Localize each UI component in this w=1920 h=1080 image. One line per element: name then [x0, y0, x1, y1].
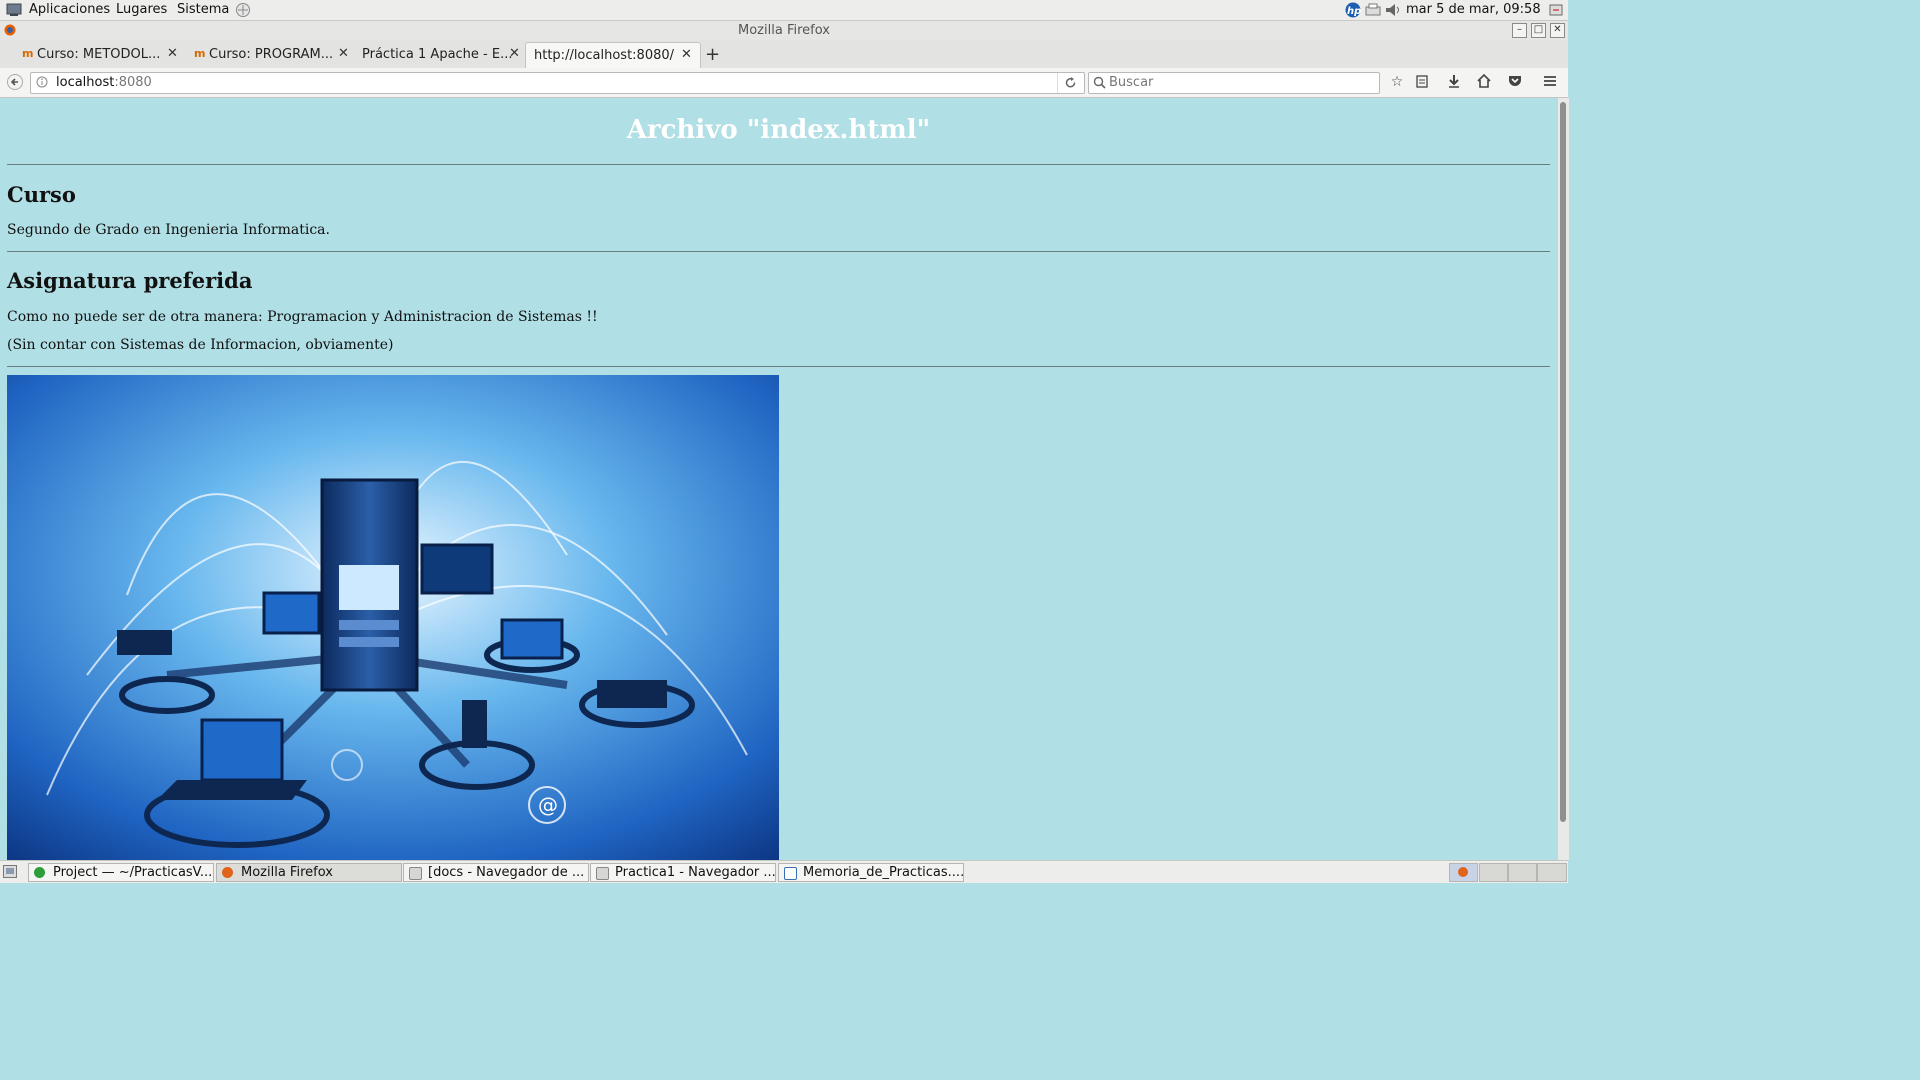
page-content: Archivo "index.html" Curso Segundo de Gr… [0, 98, 1557, 860]
tab-label: Curso: METODOL... [37, 47, 161, 62]
folder-icon [596, 867, 609, 880]
close-tab-icon[interactable]: ✕ [338, 46, 349, 61]
moodle-icon: m [22, 47, 34, 60]
taskbar-label: Practica1 - Navegador ... [615, 865, 776, 880]
bookmarks-list-icon[interactable] [1414, 74, 1430, 90]
search-input[interactable]: Buscar [1088, 72, 1380, 94]
url-text[interactable]: localhost:8080 [56, 75, 152, 90]
taskbar-item-docs[interactable]: [docs - Navegador de ... [403, 863, 589, 882]
page-title: Archivo "index.html" [626, 115, 931, 145]
navigation-bar: localhost:8080 Buscar ☆ [0, 68, 1568, 98]
close-tab-icon[interactable]: ✕ [167, 46, 178, 61]
firefox-icon [222, 867, 233, 878]
tab-2[interactable]: m Curso: PROGRAM... ✕ [186, 42, 354, 67]
scrollbar-thumb[interactable] [1560, 102, 1566, 822]
section-heading-asignatura: Asignatura preferida [7, 268, 253, 293]
minimize-button[interactable]: – [1512, 23, 1527, 38]
close-tab-icon[interactable]: ✕ [509, 46, 520, 61]
folder-icon [409, 867, 422, 880]
network-illustration-image: @ [7, 375, 779, 860]
workspace-2[interactable] [1479, 863, 1508, 882]
section-heading-curso: Curso [7, 182, 76, 207]
search-icon [1093, 76, 1106, 93]
workspace-3[interactable] [1508, 863, 1537, 882]
maximize-button[interactable]: □ [1531, 23, 1546, 38]
taskbar-label: Project — ~/PracticasV... [53, 865, 213, 880]
new-tab-button[interactable]: + [705, 44, 720, 65]
workspace-4[interactable] [1537, 863, 1567, 882]
printer-icon[interactable] [1364, 2, 1381, 17]
clock[interactable]: mar 5 de mar, 09:58 [1406, 2, 1541, 17]
hp-icon[interactable]: hp [1344, 2, 1361, 18]
url-host: localhost [56, 75, 115, 90]
divider [7, 164, 1550, 165]
taskbar-label: [docs - Navegador de ... [428, 865, 585, 880]
menu-hamburger-icon[interactable] [1542, 74, 1558, 90]
firefox-icon [1458, 867, 1468, 877]
section-text-curso: Segundo de Grado en Ingenieria Informati… [7, 222, 330, 238]
taskbar-item-practica1[interactable]: Practica1 - Navegador ... [590, 863, 776, 882]
menu-lugares[interactable]: Lugares [116, 2, 167, 17]
shutdown-icon[interactable] [1548, 2, 1564, 17]
editor-icon [34, 867, 45, 878]
show-desktop-icon[interactable] [3, 865, 17, 882]
info-icon[interactable] [36, 76, 48, 92]
moodle-icon: m [194, 47, 206, 60]
bottom-panel: Project — ~/PracticasV... Mozilla Firefo… [0, 860, 1568, 883]
section-text-asignatura: Como no puede ser de otra manera: Progra… [7, 309, 598, 325]
window-title: Mozilla Firefox [738, 23, 830, 38]
taskbar-label: Memoria_de_Practicas.... [803, 865, 964, 880]
home-icon[interactable] [1476, 73, 1492, 90]
taskbar-label: Mozilla Firefox [241, 865, 333, 880]
document-icon [784, 867, 797, 880]
tab-label: Práctica 1 Apache - E... [362, 47, 513, 62]
back-icon[interactable] [7, 74, 23, 90]
volume-icon[interactable] [1384, 2, 1400, 17]
bookmark-star-icon[interactable]: ☆ [1389, 74, 1405, 90]
close-tab-icon[interactable]: ✕ [681, 47, 692, 62]
menu-sistema[interactable]: Sistema [177, 2, 229, 17]
tab-3[interactable]: Práctica 1 Apache - E... ✕ [356, 42, 524, 67]
apps-menu-icon[interactable] [6, 2, 22, 17]
taskbar-item-project[interactable]: Project — ~/PracticasV... [28, 863, 214, 882]
close-window-button[interactable]: ✕ [1550, 23, 1565, 38]
download-icon[interactable] [1446, 74, 1462, 90]
divider [7, 251, 1550, 252]
workspace-1[interactable] [1449, 863, 1478, 882]
url-divider [1057, 73, 1058, 93]
divider [7, 366, 1550, 367]
taskbar-item-firefox[interactable]: Mozilla Firefox [216, 863, 402, 882]
tab-label: http://localhost:8080/ [534, 48, 675, 63]
network-icon[interactable] [234, 2, 250, 17]
menu-aplicaciones[interactable]: Aplicaciones [29, 2, 110, 17]
svg-text:hp: hp [1347, 6, 1361, 17]
tab-strip: m Curso: METODOL... ✕ m Curso: PROGRAM..… [0, 40, 1568, 69]
pocket-icon[interactable] [1507, 74, 1523, 90]
search-placeholder: Buscar [1109, 75, 1154, 90]
url-port: :8080 [114, 75, 152, 90]
tab-1[interactable]: m Curso: METODOL... ✕ [14, 42, 184, 67]
tab-label: Curso: PROGRAM... [209, 47, 334, 62]
top-panel: Aplicaciones Lugares Sistema hp mar 5 de… [0, 0, 1568, 21]
reload-icon[interactable] [1064, 76, 1077, 93]
svg-text:@: @ [538, 793, 558, 817]
taskbar-item-memoria[interactable]: Memoria_de_Practicas.... [778, 863, 964, 882]
window-titlebar[interactable]: Mozilla Firefox – □ ✕ [0, 21, 1568, 41]
tab-4-selected[interactable]: http://localhost:8080/ ✕ [525, 42, 701, 68]
url-bar[interactable]: localhost:8080 [30, 72, 1085, 94]
vertical-scrollbar[interactable] [1557, 98, 1569, 860]
section-text-note: (Sin contar con Sistemas de Informacion,… [7, 337, 394, 353]
